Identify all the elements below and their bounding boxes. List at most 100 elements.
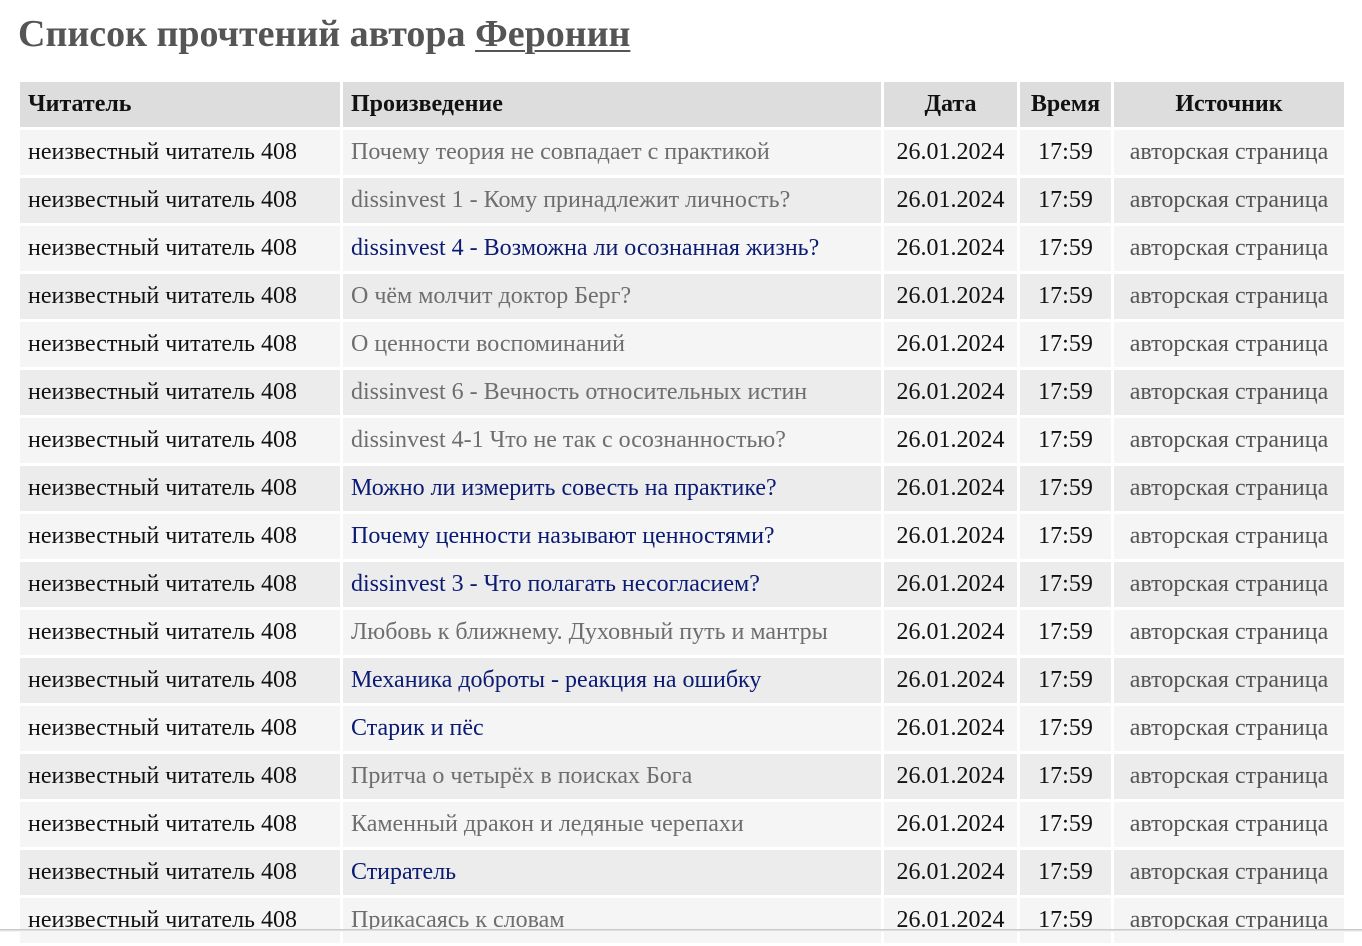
- date-cell: 26.01.2024: [884, 418, 1017, 463]
- work-link[interactable]: О ценности воспоминаний: [351, 331, 625, 357]
- time-cell: 17:59: [1020, 706, 1111, 751]
- time-cell: 17:59: [1020, 802, 1111, 847]
- time-cell: 17:59: [1020, 466, 1111, 511]
- table-row: неизвестный читатель 408 Каменный дракон …: [20, 802, 1344, 847]
- work-cell: Можно ли измерить совесть на практике?: [343, 466, 881, 511]
- source-cell: авторская страница: [1114, 274, 1344, 319]
- date-cell: 26.01.2024: [884, 850, 1017, 895]
- work-cell: dissinvest 3 - Что полагать несогласием?: [343, 562, 881, 607]
- work-link[interactable]: Можно ли измерить совесть на практике?: [351, 475, 777, 501]
- work-cell: Механика доброты - реакция на ошибку: [343, 658, 881, 703]
- table-row: неизвестный читатель 408 Почему ценности …: [20, 514, 1344, 559]
- table-row: неизвестный читатель 408 Притча о четырёх…: [20, 754, 1344, 799]
- date-cell: 26.01.2024: [884, 802, 1017, 847]
- column-header-date: Дата: [884, 82, 1017, 127]
- table-row: неизвестный читатель 408 Можно ли измерит…: [20, 466, 1344, 511]
- time-cell: 17:59: [1020, 178, 1111, 223]
- page-title-text: Список прочтений автора: [18, 13, 476, 55]
- time-cell: 17:59: [1020, 610, 1111, 655]
- date-cell: 26.01.2024: [884, 274, 1017, 319]
- source-cell: авторская страница: [1114, 178, 1344, 223]
- time-cell: 17:59: [1020, 130, 1111, 175]
- table-row: неизвестный читатель 408 dissinvest 6 - В…: [20, 370, 1344, 415]
- date-cell: 26.01.2024: [884, 370, 1017, 415]
- work-cell: Каменный дракон и ледяные черепахи: [343, 802, 881, 847]
- time-cell: 17:59: [1020, 370, 1111, 415]
- work-cell: dissinvest 1 - Кому принадлежит личность…: [343, 178, 881, 223]
- work-cell: dissinvest 4-1 Что не так с осознанность…: [343, 418, 881, 463]
- page-title: Список прочтений автора Феронин: [18, 10, 630, 58]
- table-row: неизвестный читатель 408 О ценности воспо…: [20, 322, 1344, 367]
- source-cell: авторская страница: [1114, 226, 1344, 271]
- work-link[interactable]: Притча о четырёх в поисках Бога: [351, 763, 692, 789]
- column-header-reader: Читатель: [20, 82, 340, 127]
- work-link[interactable]: Старик и пёс: [351, 715, 484, 741]
- date-cell: 26.01.2024: [884, 754, 1017, 799]
- work-link[interactable]: Механика доброты - реакция на ошибку: [351, 667, 761, 693]
- source-cell: авторская страница: [1114, 370, 1344, 415]
- reader-cell: неизвестный читатель 408: [20, 706, 340, 751]
- work-link[interactable]: dissinvest 4-1 Что не так с осознанность…: [351, 427, 786, 453]
- table-row: неизвестный читатель 408 dissinvest 1 - К…: [20, 178, 1344, 223]
- date-cell: 26.01.2024: [884, 178, 1017, 223]
- work-link[interactable]: dissinvest 4 - Возможна ли осознанная жи…: [351, 235, 819, 261]
- author-link[interactable]: Феронин: [475, 13, 630, 55]
- time-cell: 17:59: [1020, 754, 1111, 799]
- reader-cell: неизвестный читатель 408: [20, 898, 340, 943]
- work-cell: Прикасаясь к словам: [343, 898, 881, 943]
- date-cell: 26.01.2024: [884, 226, 1017, 271]
- table-row: неизвестный читатель 408 dissinvest 4-1 Ч…: [20, 418, 1344, 463]
- date-cell: 26.01.2024: [884, 322, 1017, 367]
- date-cell: 26.01.2024: [884, 898, 1017, 943]
- date-cell: 26.01.2024: [884, 610, 1017, 655]
- work-cell: Любовь к ближнему. Духовный путь и мантр…: [343, 610, 881, 655]
- work-link[interactable]: Почему ценности называют ценностями?: [351, 523, 775, 549]
- work-link[interactable]: О чём молчит доктор Берг?: [351, 283, 631, 309]
- reader-cell: неизвестный читатель 408: [20, 466, 340, 511]
- work-cell: dissinvest 6 - Вечность относительных ис…: [343, 370, 881, 415]
- reader-cell: неизвестный читатель 408: [20, 370, 340, 415]
- date-cell: 26.01.2024: [884, 706, 1017, 751]
- table-row: неизвестный читатель 408 Любовь к ближнем…: [20, 610, 1344, 655]
- table-row: неизвестный читатель 408 Стиратель 26.01.2…: [20, 850, 1344, 895]
- table-body: неизвестный читатель 408 Почему теория не…: [20, 130, 1344, 943]
- work-link[interactable]: dissinvest 6 - Вечность относительных ис…: [351, 379, 807, 405]
- work-cell: Притча о четырёх в поисках Бога: [343, 754, 881, 799]
- reader-cell: неизвестный читатель 408: [20, 562, 340, 607]
- source-cell: авторская страница: [1114, 418, 1344, 463]
- table-row: неизвестный читатель 408 О чём молчит док…: [20, 274, 1344, 319]
- column-header-work: Произведение: [343, 82, 881, 127]
- table-row: неизвестный читатель 408 Почему теория не…: [20, 130, 1344, 175]
- work-link[interactable]: dissinvest 3 - Что полагать несогласием?: [351, 571, 760, 597]
- source-cell: авторская страница: [1114, 706, 1344, 751]
- reader-cell: неизвестный читатель 408: [20, 610, 340, 655]
- reader-cell: неизвестный читатель 408: [20, 130, 340, 175]
- work-cell: О чём молчит доктор Берг?: [343, 274, 881, 319]
- readings-table: Читатель Произведение Дата Время Источни…: [17, 79, 1347, 946]
- work-cell: Почему ценности называют ценностями?: [343, 514, 881, 559]
- source-cell: авторская страница: [1114, 754, 1344, 799]
- column-header-source: Источник: [1114, 82, 1344, 127]
- date-cell: 26.01.2024: [884, 466, 1017, 511]
- reader-cell: неизвестный читатель 408: [20, 658, 340, 703]
- work-link[interactable]: Стиратель: [351, 859, 456, 885]
- reader-cell: неизвестный читатель 408: [20, 178, 340, 223]
- reader-cell: неизвестный читатель 408: [20, 418, 340, 463]
- work-cell: Старик и пёс: [343, 706, 881, 751]
- table-row: неизвестный читатель 408 Старик и пёс 26.0…: [20, 706, 1344, 751]
- date-cell: 26.01.2024: [884, 658, 1017, 703]
- source-cell: авторская страница: [1114, 610, 1344, 655]
- time-cell: 17:59: [1020, 274, 1111, 319]
- work-link[interactable]: Почему теория не совпадает с практикой: [351, 139, 770, 165]
- date-cell: 26.01.2024: [884, 130, 1017, 175]
- source-cell: авторская страница: [1114, 466, 1344, 511]
- work-link[interactable]: dissinvest 1 - Кому принадлежит личность…: [351, 187, 790, 213]
- reader-cell: неизвестный читатель 408: [20, 802, 340, 847]
- source-cell: авторская страница: [1114, 898, 1344, 943]
- work-link[interactable]: Каменный дракон и ледяные черепахи: [351, 811, 744, 837]
- source-cell: авторская страница: [1114, 322, 1344, 367]
- table-row: неизвестный читатель 408 dissinvest 3 - Ч…: [20, 562, 1344, 607]
- time-cell: 17:59: [1020, 418, 1111, 463]
- work-link[interactable]: Любовь к ближнему. Духовный путь и мантр…: [351, 619, 828, 645]
- date-cell: 26.01.2024: [884, 514, 1017, 559]
